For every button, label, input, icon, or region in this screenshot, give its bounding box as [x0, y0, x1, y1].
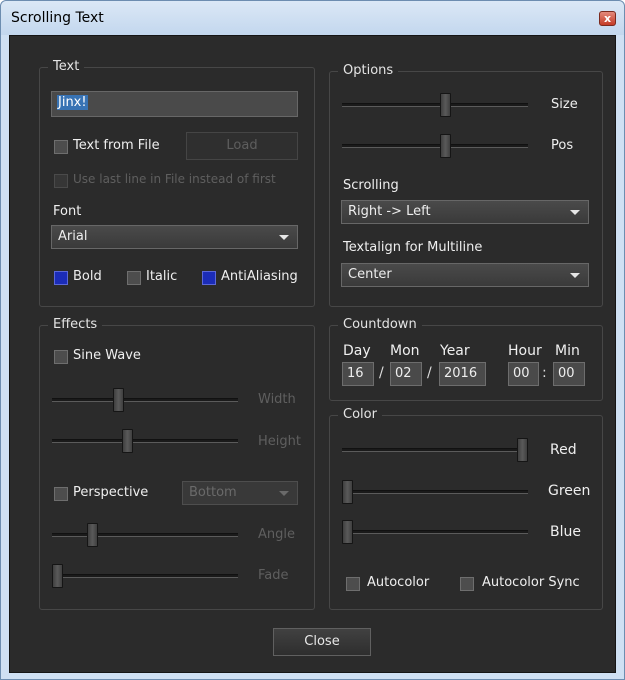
- angle-label: Angle: [258, 527, 295, 542]
- fade-slider[interactable]: [52, 564, 238, 588]
- perspective-label: Perspective: [73, 485, 149, 500]
- sine-wave-label: Sine Wave: [73, 348, 141, 363]
- angle-slider[interactable]: [52, 523, 238, 547]
- pos-label: Pos: [551, 138, 574, 153]
- red-label: Red: [550, 442, 577, 458]
- day-field[interactable]: 16: [342, 362, 374, 386]
- green-slider-track: [342, 490, 528, 494]
- hour-label: Hour: [508, 343, 542, 359]
- window-close-icon[interactable]: x: [599, 11, 616, 26]
- font-label: Font: [53, 204, 82, 219]
- size-label: Size: [551, 97, 578, 112]
- blue-label: Blue: [550, 524, 581, 540]
- pos-slider-track: [342, 144, 528, 148]
- height-slider-thumb[interactable]: [122, 429, 133, 453]
- text-from-file-checkbox[interactable]: [54, 140, 68, 154]
- textalign-label: Textalign for Multiline: [343, 240, 483, 255]
- fade-slider-thumb[interactable]: [52, 564, 63, 588]
- perspective-select-value: Bottom: [189, 485, 237, 500]
- options-group-legend: Options: [338, 63, 399, 78]
- font-select-value: Arial: [58, 229, 88, 244]
- red-slider-track: [342, 448, 528, 452]
- effects-group-legend: Effects: [48, 317, 103, 332]
- height-slider-track: [52, 439, 238, 443]
- blue-slider-track: [342, 530, 528, 534]
- fade-label: Fade: [258, 568, 289, 583]
- antialiasing-checkbox[interactable]: [202, 271, 216, 285]
- red-slider-thumb[interactable]: [517, 438, 528, 462]
- width-slider-track: [52, 398, 238, 402]
- window-title: Scrolling Text: [11, 10, 104, 26]
- scrolling-select[interactable]: Right -> Left: [341, 200, 589, 224]
- red-slider[interactable]: [342, 438, 528, 462]
- bold-checkbox[interactable]: [54, 271, 68, 285]
- autocolor-sync-checkbox[interactable]: [460, 577, 474, 591]
- hour-min-separator: :: [542, 365, 547, 381]
- day-mon-separator: /: [379, 365, 384, 381]
- chevron-down-icon: [570, 210, 580, 215]
- hour-field[interactable]: 00: [508, 362, 539, 386]
- text-input-value: Jinx!: [57, 95, 88, 110]
- text-input[interactable]: Jinx!: [51, 91, 298, 117]
- text-group-legend: Text: [48, 59, 85, 74]
- width-slider-thumb[interactable]: [113, 388, 124, 412]
- autocolor-checkbox[interactable]: [346, 577, 360, 591]
- width-slider[interactable]: [52, 388, 238, 412]
- blue-slider-thumb[interactable]: [342, 520, 353, 544]
- size-slider-thumb[interactable]: [440, 93, 451, 117]
- autocolor-label: Autocolor: [367, 575, 430, 590]
- min-label: Min: [555, 343, 580, 359]
- autocolor-sync-label: Autocolor Sync: [482, 575, 580, 590]
- green-slider[interactable]: [342, 480, 528, 504]
- italic-label: Italic: [146, 269, 178, 284]
- angle-slider-track: [52, 533, 238, 537]
- green-slider-thumb[interactable]: [342, 480, 353, 504]
- scrolling-text-window: Scrolling Text x Text Jinx! Text from Fi…: [0, 0, 625, 680]
- mon-field[interactable]: 02: [390, 362, 422, 386]
- pos-slider[interactable]: [342, 134, 528, 158]
- year-label: Year: [440, 343, 470, 359]
- textalign-select[interactable]: Center: [341, 263, 589, 287]
- blue-slider[interactable]: [342, 520, 528, 544]
- scrolling-select-value: Right -> Left: [348, 204, 431, 219]
- green-label: Green: [548, 483, 591, 499]
- year-field[interactable]: 2016: [439, 362, 486, 386]
- countdown-group-legend: Countdown: [338, 317, 422, 332]
- textalign-select-value: Center: [348, 267, 392, 282]
- height-label: Height: [258, 434, 301, 449]
- scrolling-label: Scrolling: [343, 178, 399, 193]
- dialog-client-area: Text Jinx! Text from File Load Use last …: [9, 35, 616, 673]
- mon-label: Mon: [390, 343, 420, 359]
- title-bar[interactable]: Scrolling Text x: [1, 1, 624, 35]
- chevron-down-icon: [279, 235, 289, 240]
- color-group-legend: Color: [338, 407, 382, 422]
- chevron-down-icon: [570, 273, 580, 278]
- close-button[interactable]: Close: [273, 628, 371, 656]
- day-label: Day: [343, 343, 371, 359]
- use-last-line-checkbox[interactable]: [54, 174, 68, 188]
- size-slider[interactable]: [342, 93, 528, 117]
- min-field[interactable]: 00: [553, 362, 585, 386]
- perspective-checkbox[interactable]: [54, 487, 68, 501]
- text-from-file-label: Text from File: [73, 138, 160, 153]
- antialiasing-label: AntiAliasing: [221, 269, 298, 284]
- size-slider-track: [342, 103, 528, 107]
- perspective-select[interactable]: Bottom: [182, 481, 298, 505]
- mon-year-separator: /: [427, 365, 432, 381]
- bold-label: Bold: [73, 269, 102, 284]
- height-slider[interactable]: [52, 429, 238, 453]
- chevron-down-icon: [279, 491, 289, 496]
- font-select[interactable]: Arial: [51, 225, 298, 249]
- angle-slider-thumb[interactable]: [87, 523, 98, 547]
- width-label: Width: [258, 392, 296, 407]
- sine-wave-checkbox[interactable]: [54, 350, 68, 364]
- use-last-line-label: Use last line in File instead of first: [73, 172, 276, 186]
- fade-slider-track: [52, 574, 238, 578]
- italic-checkbox[interactable]: [127, 271, 141, 285]
- pos-slider-thumb[interactable]: [440, 134, 451, 158]
- load-button[interactable]: Load: [186, 132, 298, 160]
